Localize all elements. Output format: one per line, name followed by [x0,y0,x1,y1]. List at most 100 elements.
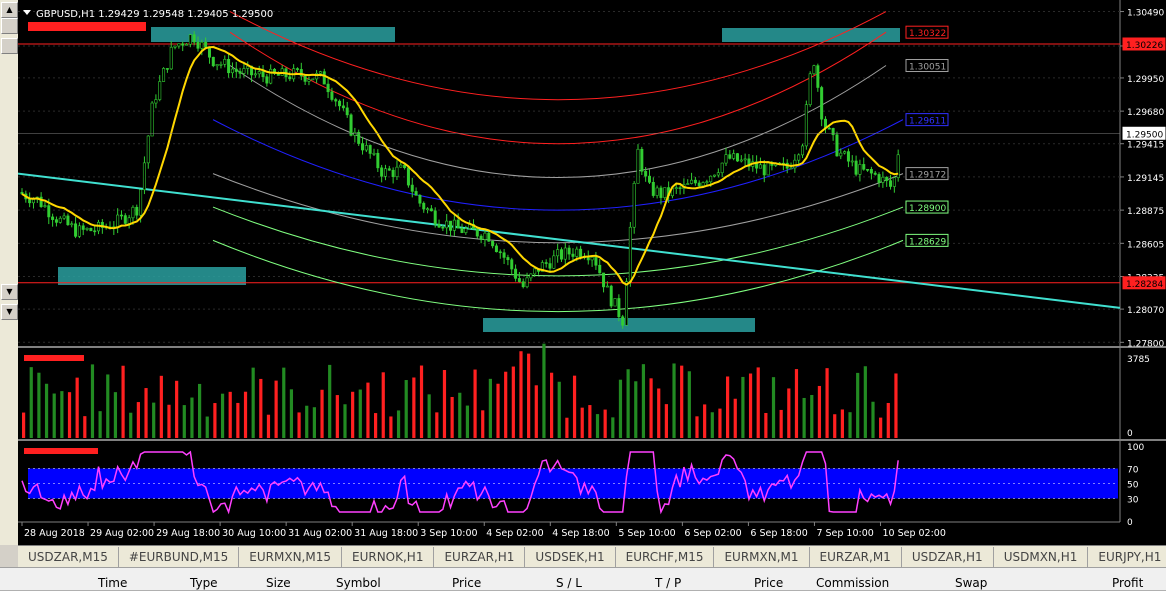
chart-tab[interactable]: EURZAR,H1 [434,547,526,567]
chart-tab[interactable]: EURJPY,H1 [1088,547,1166,567]
candle-body [739,159,743,162]
candle-body [533,268,537,275]
terminal-column-header[interactable]: Swap [955,576,987,590]
candle-body [494,245,498,253]
ytick-label: 0 [1127,518,1133,528]
candle-body [429,208,433,212]
volume-bar [764,412,768,438]
candle-body [303,75,307,82]
volume-bar [175,380,179,438]
ytick-label: 30 [1127,496,1139,506]
volume-bar [771,377,776,438]
candle-body [395,166,399,177]
candle-body [139,189,143,216]
candle-body [154,99,158,104]
candle-body [514,268,518,279]
candle-body [338,100,342,107]
volume-bar [167,404,171,438]
candle-body [391,169,395,177]
volume-bar [787,388,791,438]
price-label: 1.30322 [905,25,949,39]
volume-bar [802,397,806,438]
candle-body [70,223,74,226]
chart-tab[interactable]: EURZAR,M1 [810,547,902,567]
volume-bar [144,388,148,438]
chart-tab[interactable]: USDZAR,M15 [18,547,119,567]
chart-tab[interactable]: EURNOK,H1 [342,547,435,567]
scroll-down-icon[interactable]: ▼ [1,284,18,300]
volume-bar [297,412,301,438]
candle-body [602,272,606,288]
scroll-thumb-2[interactable] [1,38,18,54]
terminal-column-header[interactable]: Type [190,576,218,590]
chart-tab[interactable]: EURMXN,M15 [239,547,342,567]
terminal-column-header[interactable]: T / P [655,576,681,590]
volume-bar [611,417,615,438]
volume-bar [504,371,508,438]
candle-body [839,152,843,157]
chart-tab[interactable]: EURCHF,M15 [616,547,715,567]
candle-body [265,76,269,84]
volume-bar [634,381,638,438]
price-pane[interactable]: 1.30322 1.30051 1.29611 1.29172 1.28900 1.286… [17,11,1121,343]
chart-tab[interactable]: #EURBUND,M15 [119,547,240,567]
candle-body [732,153,736,159]
volume-bar [626,369,630,438]
volume-bar [251,367,255,438]
volume-bar [748,373,753,438]
volume-bar [213,403,217,438]
chart-tab[interactable]: USDZAR,H1 [902,547,994,567]
ytick-label: 1.28875 [1127,207,1164,217]
candle-body [735,153,739,162]
zone-rectangle[interactable] [151,27,395,42]
candle-body [77,225,81,237]
zone-rectangle[interactable] [722,28,900,42]
terminal-column-header[interactable]: Symbol [336,576,381,590]
terminal-column-header[interactable]: Profit [1112,576,1143,590]
volume-bar [519,351,523,438]
chart-tab[interactable]: USDSEK,H1 [525,547,616,567]
panel-arrow-icon[interactable]: ▼ [1,304,18,320]
terminal-column-header[interactable]: S / L [556,576,582,590]
terminal-column-header[interactable]: Price [452,576,481,590]
candle-body [762,164,766,176]
candle-body [223,58,227,65]
candle-body [334,99,338,102]
candle-body [383,168,387,177]
price-label: 1.30226 [1122,37,1166,51]
terminal-column-header[interactable]: Size [266,576,291,590]
candle-body [74,223,78,237]
candle-body [529,273,533,279]
chart-tab[interactable]: USDMXN,H1 [994,547,1089,567]
candle-body [632,183,636,228]
volume-bar [343,404,347,438]
terminal-column-header[interactable]: Time [98,576,127,590]
candle-body [686,183,690,185]
trendline[interactable] [17,172,1121,309]
chart-menu-icon[interactable] [23,10,31,15]
rsi-pane[interactable] [21,448,1118,515]
candle-body [449,220,453,231]
terminal-column-header[interactable]: Commission [816,576,889,590]
ytick-label: 1.28070 [1127,306,1164,316]
terminal-column-header[interactable]: Price [754,576,783,590]
chart-window[interactable]: 1.30322 1.30051 1.29611 1.29172 1.28900 1.286… [17,0,1166,545]
redacted-mark [24,355,84,361]
volume-bar [871,401,875,438]
arc-green-outer[interactable] [212,206,904,277]
price-label-text: 1.28284 [1126,280,1163,290]
candle-body [479,235,483,240]
volume-bar [542,343,546,438]
arc-gray-inner[interactable] [212,173,904,244]
candle-body [211,56,215,67]
candle-body [135,206,139,216]
chart-svg[interactable]: 1.30322 1.30051 1.29611 1.29172 1.28900 1.286… [17,0,1166,545]
candle-body [204,41,208,48]
scroll-thumb[interactable] [1,18,18,34]
chart-tab[interactable]: EURMXN,M1 [714,547,810,567]
volume-bar [274,380,278,438]
scroll-up-icon[interactable]: ▲ [1,2,18,18]
volume-bar [450,396,454,438]
volume-pane[interactable] [22,343,898,438]
xtick-label: 10 Sep 02:00 [882,528,945,539]
